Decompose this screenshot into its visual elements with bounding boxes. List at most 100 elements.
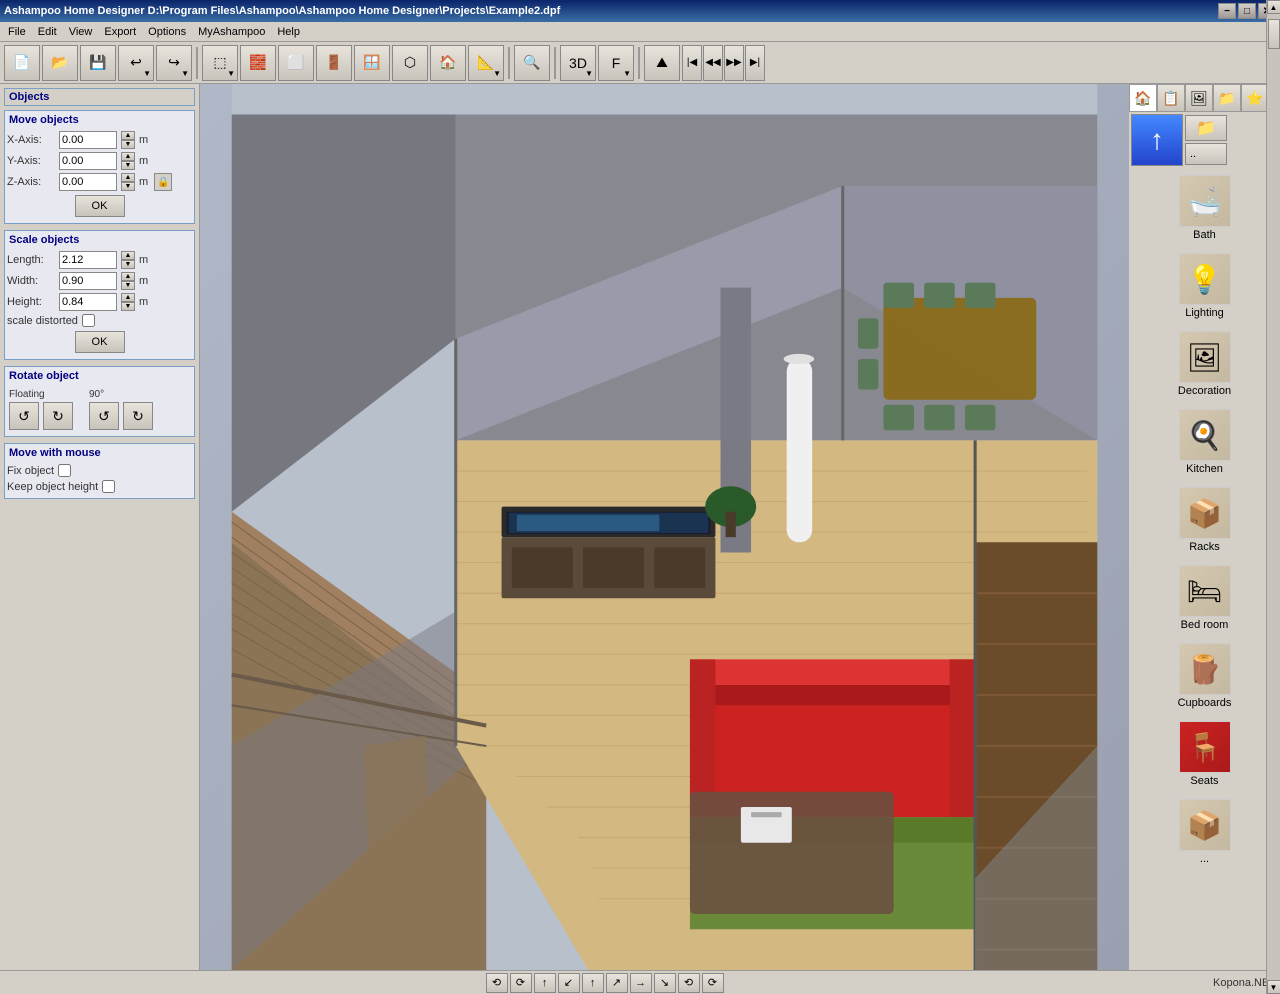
height-input[interactable] bbox=[59, 293, 117, 311]
toolbar-open[interactable]: 📂 bbox=[42, 45, 78, 81]
keep-height-checkbox[interactable] bbox=[102, 480, 115, 493]
toolbar-room[interactable]: ⬜ bbox=[278, 45, 314, 81]
rotate-ccw-90[interactable]: ↺ bbox=[89, 402, 119, 430]
length-input[interactable] bbox=[59, 251, 117, 269]
toolbar-redo[interactable]: ↪▼ bbox=[156, 45, 192, 81]
rotate-90-row: ↺ ↻ bbox=[89, 402, 153, 430]
category-more[interactable]: 📦 ... bbox=[1131, 794, 1278, 870]
menu-options[interactable]: Options bbox=[142, 25, 192, 39]
z-axis-up[interactable]: ▲ bbox=[121, 173, 135, 182]
nav-right[interactable]: → bbox=[630, 973, 652, 993]
toolbar-3d[interactable]: 3D▼ bbox=[560, 45, 596, 81]
nav-up-right[interactable]: ↗ bbox=[606, 973, 628, 993]
rotate-cw-float[interactable]: ↻ bbox=[43, 402, 73, 430]
maximize-button[interactable]: □ bbox=[1238, 3, 1256, 19]
toolbar-undo[interactable]: ↩▼ bbox=[118, 45, 154, 81]
z-axis-down[interactable]: ▼ bbox=[121, 182, 135, 191]
toolbar-window[interactable]: 🪟 bbox=[354, 45, 390, 81]
bedroom-label: Bed room bbox=[1181, 619, 1229, 631]
z-axis-lock[interactable]: 🔒 bbox=[154, 173, 172, 191]
toolbar-save[interactable]: 💾 bbox=[80, 45, 116, 81]
menu-view[interactable]: View bbox=[63, 25, 99, 39]
nav-rotate-right[interactable]: ⟳ bbox=[702, 973, 724, 993]
scroll-track[interactable] bbox=[1267, 14, 1280, 980]
z-axis-input[interactable] bbox=[59, 173, 117, 191]
tab-star[interactable]: ⭐ bbox=[1241, 84, 1269, 112]
move-ok-button[interactable]: OK bbox=[75, 195, 125, 217]
viewport-3d[interactable] bbox=[200, 84, 1129, 970]
toolbar-new[interactable]: 📄 bbox=[4, 45, 40, 81]
toolbar-floor[interactable]: F▼ bbox=[598, 45, 634, 81]
height-label: Height: bbox=[7, 296, 55, 308]
toolbar-nav1[interactable]: |◀ bbox=[682, 45, 702, 81]
x-axis-up[interactable]: ▲ bbox=[121, 131, 135, 140]
length-up[interactable]: ▲ bbox=[121, 251, 135, 260]
nav-undo[interactable]: ⟲ bbox=[486, 973, 508, 993]
toolbar-nav4[interactable]: ▶| bbox=[745, 45, 765, 81]
scroll-up-arrow[interactable]: ▲ bbox=[1267, 0, 1280, 14]
tab-folder[interactable]: 📁 bbox=[1213, 84, 1241, 112]
category-folder-button[interactable]: 📁 bbox=[1185, 115, 1227, 141]
category-kitchen[interactable]: 🍳 Kitchen bbox=[1131, 404, 1278, 480]
cupboards-icon: 🪵 bbox=[1179, 643, 1231, 695]
rotate-ccw-float[interactable]: ↺ bbox=[9, 402, 39, 430]
category-lighting[interactable]: 💡 Lighting bbox=[1131, 248, 1278, 324]
toolbar-nav2[interactable]: ◀◀ bbox=[703, 45, 723, 81]
nav-down-left[interactable]: ↙ bbox=[558, 973, 580, 993]
category-path: .. bbox=[1185, 143, 1227, 165]
category-up-button[interactable]: ↑ bbox=[1131, 114, 1183, 166]
y-axis-up[interactable]: ▲ bbox=[121, 152, 135, 161]
y-axis-down[interactable]: ▼ bbox=[121, 161, 135, 170]
width-input[interactable] bbox=[59, 272, 117, 290]
toolbar-nav3[interactable]: ▶▶ bbox=[724, 45, 744, 81]
length-label: Length: bbox=[7, 254, 55, 266]
toolbar-wall[interactable]: 🧱 bbox=[240, 45, 276, 81]
height-up[interactable]: ▲ bbox=[121, 293, 135, 302]
toolbar-search[interactable]: 🔍 bbox=[514, 45, 550, 81]
x-axis-input[interactable] bbox=[59, 131, 117, 149]
width-row: Width: ▲ ▼ m bbox=[7, 272, 192, 290]
y-axis-input[interactable] bbox=[59, 152, 117, 170]
x-axis-down[interactable]: ▼ bbox=[121, 140, 135, 149]
nav-rotate-left[interactable]: ⟲ bbox=[678, 973, 700, 993]
right-panel-scrollbar[interactable]: ▲ ▼ bbox=[1266, 0, 1280, 994]
rotate-cw-90[interactable]: ↻ bbox=[123, 402, 153, 430]
menu-export[interactable]: Export bbox=[98, 25, 142, 39]
category-racks[interactable]: 📦 Racks bbox=[1131, 482, 1278, 558]
toolbar-door[interactable]: 🚪 bbox=[316, 45, 352, 81]
tab-gallery[interactable]: 🖼 bbox=[1185, 84, 1213, 112]
nav-redo[interactable]: ⟳ bbox=[510, 973, 532, 993]
tab-list[interactable]: 📋 bbox=[1157, 84, 1185, 112]
toolbar-select[interactable]: ⬚▼ bbox=[202, 45, 238, 81]
menu-help[interactable]: Help bbox=[271, 25, 306, 39]
scale-ok-button[interactable]: OK bbox=[75, 331, 125, 353]
menu-bar: File Edit View Export Options MyAshampoo… bbox=[0, 22, 1280, 42]
category-decoration[interactable]: 🖼 Decoration bbox=[1131, 326, 1278, 402]
toolbar-measure[interactable]: 📐▼ bbox=[468, 45, 504, 81]
nav-center-up[interactable]: ↑ bbox=[582, 973, 604, 993]
width-up[interactable]: ▲ bbox=[121, 272, 135, 281]
category-cupboards[interactable]: 🪵 Cupboards bbox=[1131, 638, 1278, 714]
menu-file[interactable]: File bbox=[2, 25, 32, 39]
height-down[interactable]: ▼ bbox=[121, 302, 135, 311]
menu-myashampoo[interactable]: MyAshampoo bbox=[192, 25, 271, 39]
toolbar-stairs[interactable]: ⬡ bbox=[392, 45, 428, 81]
scale-distorted-checkbox[interactable] bbox=[82, 314, 95, 327]
length-down[interactable]: ▼ bbox=[121, 260, 135, 269]
nav-down-right[interactable]: ↘ bbox=[654, 973, 676, 993]
category-bedroom[interactable]: 🛏 Bed room bbox=[1131, 560, 1278, 636]
category-seats[interactable]: 🪑 Seats bbox=[1131, 716, 1278, 792]
scroll-thumb[interactable] bbox=[1268, 19, 1280, 49]
minimize-button[interactable]: − bbox=[1218, 3, 1236, 19]
length-unit: m bbox=[139, 254, 148, 266]
toolbar-roof[interactable]: 🏠 bbox=[430, 45, 466, 81]
toolbar-sep-1 bbox=[196, 47, 198, 79]
fix-object-checkbox[interactable] bbox=[58, 464, 71, 477]
toolbar-terrain[interactable]: ⛰ bbox=[644, 45, 680, 81]
menu-edit[interactable]: Edit bbox=[32, 25, 63, 39]
width-down[interactable]: ▼ bbox=[121, 281, 135, 290]
scroll-down-arrow[interactable]: ▼ bbox=[1267, 980, 1280, 994]
nav-up[interactable]: ↑ bbox=[534, 973, 556, 993]
tab-home[interactable]: 🏠 bbox=[1129, 84, 1157, 112]
category-bath[interactable]: 🛁 Bath bbox=[1131, 170, 1278, 246]
